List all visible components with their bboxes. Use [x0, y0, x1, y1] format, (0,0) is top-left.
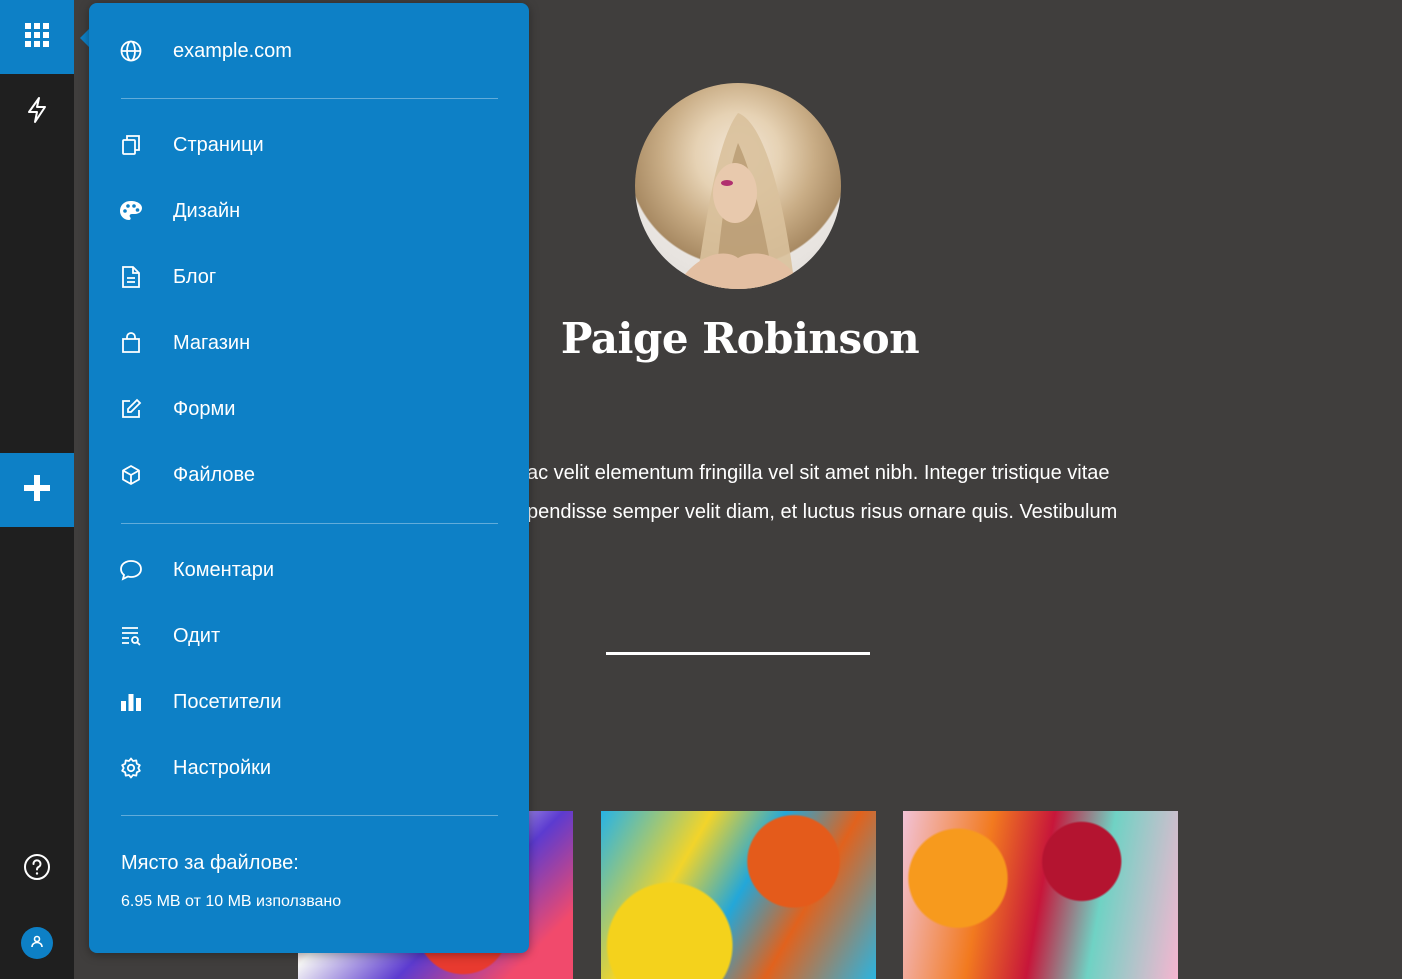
menu-item-blog[interactable]: Блог [89, 252, 529, 302]
plus-icon [23, 474, 51, 507]
gallery-image[interactable] [601, 811, 876, 979]
menu-item-store[interactable]: Магазин [89, 318, 529, 368]
lightning-icon [25, 96, 49, 129]
left-rail [0, 0, 74, 979]
user-account-button[interactable] [0, 918, 74, 968]
user-icon [30, 934, 44, 953]
apps-button[interactable] [0, 0, 74, 74]
menu-item-design[interactable]: Дизайн [89, 186, 529, 236]
menu-item-label: Коментари [173, 558, 275, 581]
menu-item-files[interactable]: Файлове [89, 450, 529, 500]
storage-title: Място за файлове: [121, 852, 299, 874]
profile-name: Paige Robinson [560, 314, 920, 363]
gear-icon [119, 756, 143, 780]
audit-icon [119, 624, 143, 648]
menu-item-label: Форми [173, 397, 236, 420]
gallery-image[interactable] [903, 811, 1178, 979]
section-divider [606, 652, 870, 655]
menu-divider [121, 523, 498, 524]
menu-divider [121, 815, 498, 816]
menu-item-label: example.com [173, 39, 292, 62]
avatar [21, 927, 53, 959]
shopping-bag-icon [119, 331, 143, 355]
menu-item-label: Посетители [173, 690, 282, 713]
comment-icon [119, 558, 143, 582]
menu-item-label: Блог [173, 265, 217, 288]
menu-item-label: Одит [173, 624, 221, 647]
bar-chart-icon [119, 690, 143, 714]
menu-item-audit[interactable]: Одит [89, 611, 529, 661]
bio-line: ac velit elementum fringilla vel sit ame… [527, 462, 1110, 484]
document-icon [119, 265, 143, 289]
menu-item-pages[interactable]: Страници [89, 120, 529, 170]
menu-divider [121, 98, 498, 99]
menu-item-forms[interactable]: Форми [89, 384, 529, 434]
help-button[interactable] [0, 842, 74, 896]
menu-item-label: Дизайн [173, 199, 241, 222]
menu-item-label: Файлове [173, 463, 256, 486]
menu-item-label: Страници [173, 133, 264, 156]
bio-line: pendisse semper velit diam, et luctus ri… [527, 501, 1118, 523]
cube-icon [119, 463, 143, 487]
profile-photo [635, 83, 841, 289]
menu-item-settings[interactable]: Настройки [89, 743, 529, 793]
grid-icon [24, 22, 50, 53]
globe-icon [119, 39, 143, 63]
menu-item-site[interactable]: example.com [89, 26, 529, 76]
palette-icon [119, 199, 143, 223]
menu-item-label: Магазин [173, 331, 251, 354]
pages-icon [119, 133, 143, 157]
help-icon [23, 853, 51, 886]
menu-item-comments[interactable]: Коментари [89, 545, 529, 595]
apps-menu: example.com Страници Дизайн Блог Магазин… [89, 3, 529, 953]
storage-usage: 6.95 MB от 10 MB използвано [121, 893, 342, 910]
edit-form-icon [119, 397, 143, 421]
menu-item-visitors[interactable]: Посетители [89, 677, 529, 727]
quick-actions-button[interactable] [0, 76, 74, 148]
add-button[interactable] [0, 453, 74, 527]
menu-item-label: Настройки [173, 756, 272, 779]
bio-text: ac velit elementum fringilla vel sit ame… [527, 454, 1227, 532]
